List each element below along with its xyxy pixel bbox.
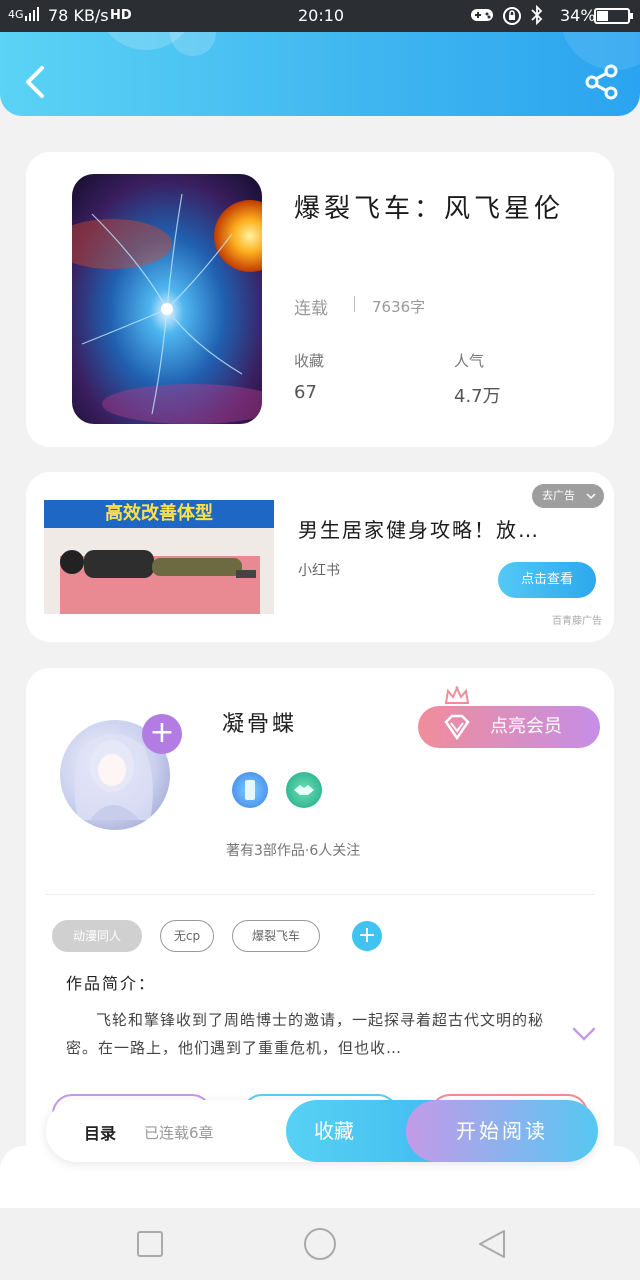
battery-icon — [594, 8, 634, 28]
favorites-count: 67 — [294, 382, 317, 403]
popularity-label: 人气 — [454, 352, 485, 370]
tag-book-series[interactable]: 爆裂飞车 — [232, 920, 320, 952]
ad-provider: 百青藤广告 — [552, 616, 602, 627]
ad-source: 小红书 — [298, 563, 340, 579]
book-cover[interactable] — [72, 174, 262, 424]
status-bar: 4G 78 KB/s HD 20:10 34% — [0, 0, 640, 32]
author-meta: 著有3部作品·6人关注 — [226, 843, 361, 859]
back-button[interactable] — [16, 62, 56, 102]
vip-label: 点亮会员 — [490, 716, 562, 737]
triangle-back-icon — [479, 1230, 505, 1258]
network-speed: 78 KB/s — [48, 6, 109, 25]
add-tag-button[interactable]: + — [352, 921, 382, 951]
catalog-button[interactable]: 目录 — [84, 1120, 116, 1144]
book-info-card: 爆裂飞车：风飞星伦 连载 7636字 收藏 67 人气 4.7万 — [26, 152, 614, 447]
phone-badge-icon[interactable] — [232, 772, 268, 808]
plus-icon: + — [149, 715, 175, 750]
chapter-count: 已连载6章 — [144, 1124, 214, 1142]
remove-ad-label: 去广告 — [542, 489, 575, 502]
share-button[interactable] — [582, 62, 622, 102]
plus-icon: + — [357, 923, 377, 948]
intro-text: 飞轮和擎锋收到了周皓博士的邀请，一起探寻着超古代文明的秘密。在一路上，他们遇到了… — [66, 1011, 545, 1057]
clock: 20:10 — [298, 6, 345, 25]
vip-button[interactable]: 点亮会员 — [418, 706, 600, 748]
divider — [354, 296, 355, 312]
diamond-icon — [442, 714, 472, 756]
chevron-down-icon — [586, 484, 596, 517]
circle-icon — [304, 1228, 336, 1260]
popularity-count: 4.7万 — [454, 386, 501, 407]
hd-call-icon: HD — [110, 8, 132, 23]
network-indicator: 4G — [8, 8, 24, 21]
divider — [46, 894, 594, 895]
chevron-left-icon — [26, 66, 44, 98]
word-count: 7636字 — [372, 298, 426, 316]
ad-image[interactable]: 高效改善体型 — [44, 500, 274, 614]
book-title: 爆裂飞车：风飞星伦 — [294, 194, 565, 224]
battery-percent: 34% — [560, 6, 596, 25]
serial-status: 连载 — [294, 299, 328, 319]
author-name[interactable]: 凝骨蝶 — [222, 706, 297, 738]
start-reading-button[interactable]: 开始阅读 — [406, 1100, 598, 1162]
ad-view-button[interactable]: 点击查看 — [498, 562, 596, 598]
home-button[interactable] — [302, 1226, 338, 1262]
bluetooth-icon — [530, 4, 544, 29]
follow-author-button[interactable]: + — [142, 714, 182, 754]
chevron-down-icon — [572, 1027, 596, 1041]
square-icon — [137, 1231, 163, 1257]
lock-rotation-icon — [502, 6, 522, 30]
favorites-label: 收藏 — [294, 352, 325, 370]
remove-ad-button[interactable]: 去广告 — [532, 484, 604, 508]
ad-title[interactable]: 男生居家健身攻略！放… — [298, 514, 540, 543]
system-back-button[interactable] — [474, 1226, 510, 1262]
handshake-badge-icon[interactable] — [286, 772, 322, 808]
ad-banner-text: 高效改善体型 — [44, 500, 274, 528]
recent-apps-button[interactable] — [132, 1226, 168, 1262]
bottom-action-bar: 目录 已连载6章 收藏 开始阅读 — [46, 1100, 598, 1162]
crown-icon — [444, 685, 470, 706]
ad-card[interactable]: 高效改善体型 去广告 男生居家健身攻略！放… 小红书 点击查看 百青藤广告 — [26, 472, 614, 642]
expand-intro-button[interactable] — [572, 1026, 596, 1042]
signal-icon — [24, 6, 40, 26]
tag-fan-fiction[interactable]: 动漫同人 — [52, 920, 142, 952]
tag-no-cp[interactable]: 无cp — [160, 920, 214, 952]
intro-label: 作品简介： — [66, 974, 157, 993]
share-icon — [585, 64, 618, 100]
gamepad-icon — [470, 6, 494, 28]
navigation-bar — [0, 1208, 640, 1280]
